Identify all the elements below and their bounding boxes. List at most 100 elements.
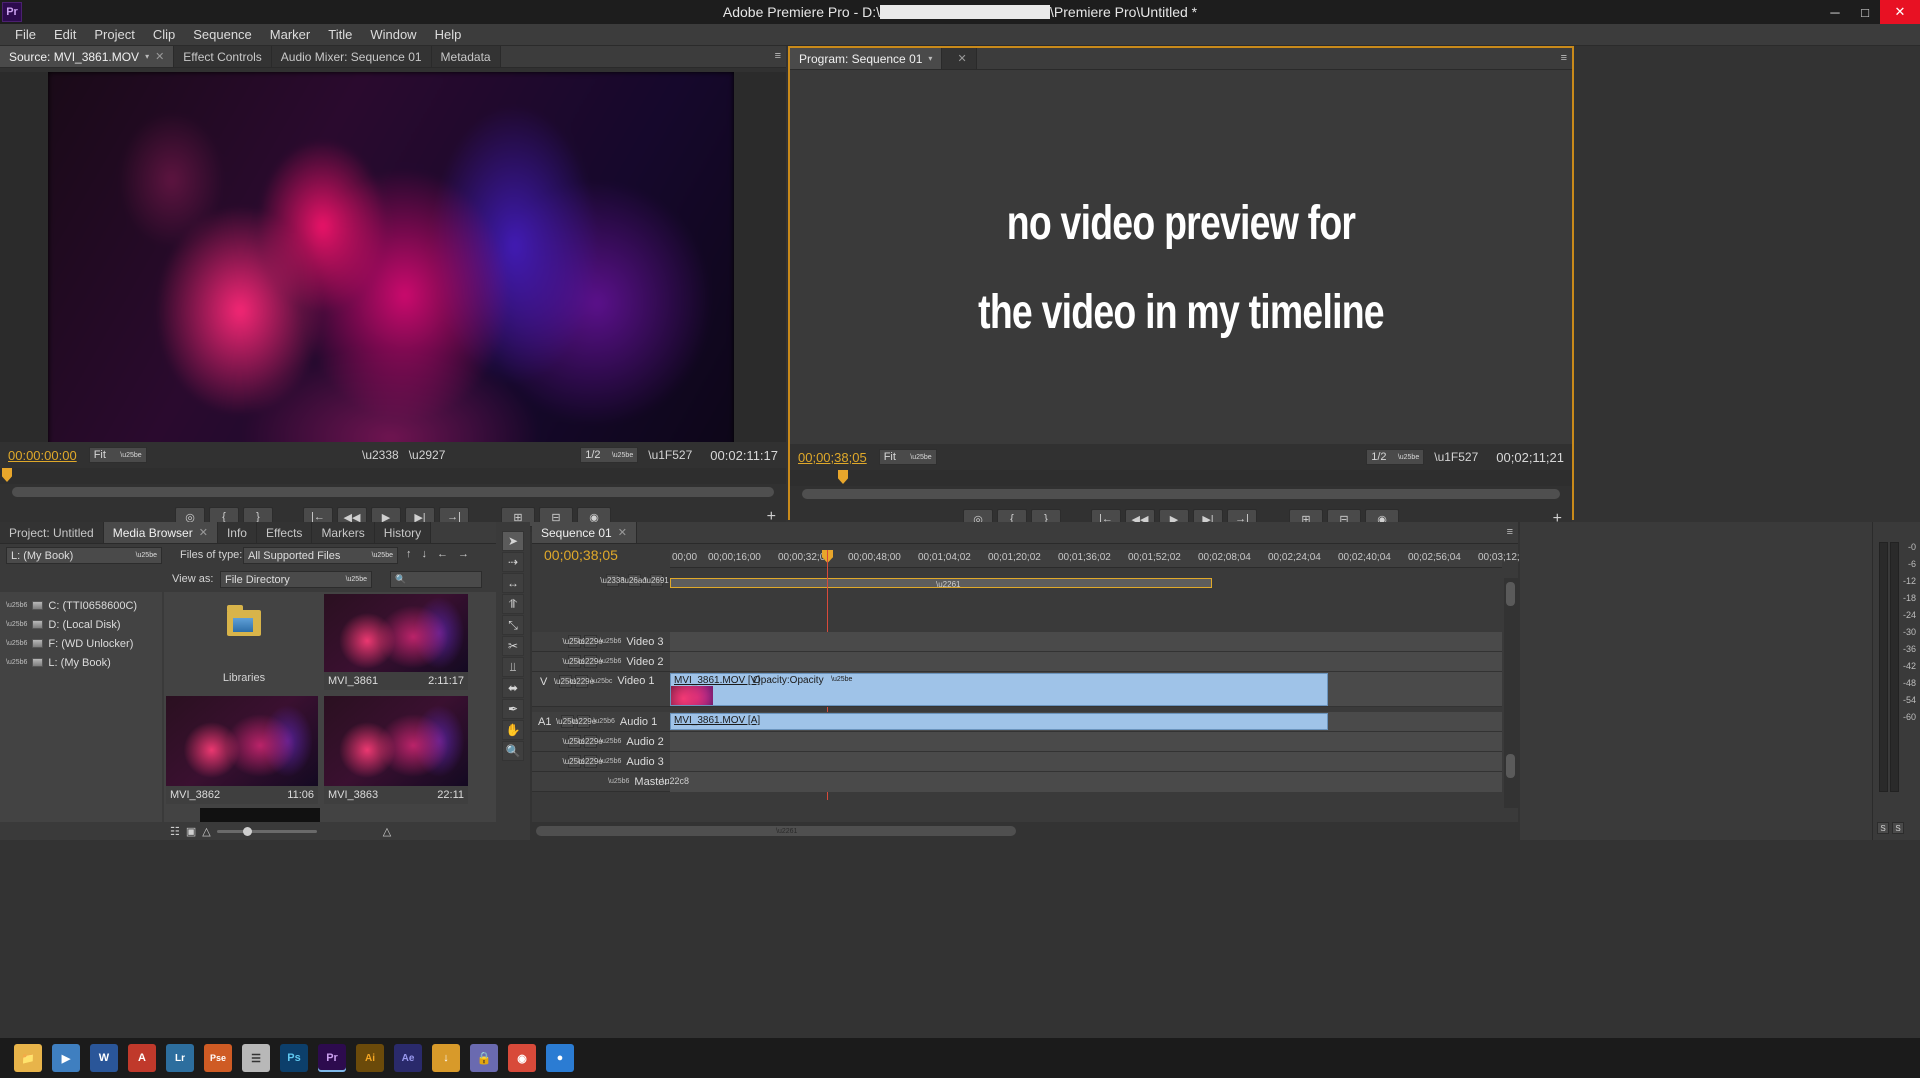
minimize-button[interactable]: ─ (1820, 0, 1850, 24)
tab-metadata[interactable]: Metadata (431, 46, 501, 67)
slide-tool[interactable]: ⬌ (502, 678, 524, 698)
timeline-ruler[interactable]: 00;00 00;00;16;00 00;00;32;00 00;00;48;0… (670, 550, 1531, 568)
thumbnail-size-slider[interactable] (216, 826, 317, 836)
selection-tool[interactable]: ➤ (502, 531, 524, 551)
track-resize-handle[interactable]: \u22c8 (662, 776, 689, 786)
browser-thumbnail-grid[interactable]: Libraries MVI_3861 2:11:17 MVI_3862 11:0… (164, 592, 530, 822)
timeline-vscroll-thumb-2[interactable] (1506, 754, 1515, 778)
view-as-select[interactable]: File Directory \u25be (220, 571, 372, 588)
meter-solo-button-2[interactable]: S (1892, 822, 1904, 834)
taskbar-photoshop-elements[interactable]: Pse (204, 1044, 232, 1072)
ripple-edit-tool[interactable]: ↔ (502, 573, 524, 593)
browser-up-icon[interactable]: ↑ (406, 548, 412, 560)
tab-program-sequence01[interactable]: Program: Sequence 01 ▾ (790, 48, 943, 69)
tab-info[interactable]: Info (217, 522, 257, 543)
source-export-frame-icon[interactable]: \u2927 (409, 448, 446, 462)
source-panel-menu-icon[interactable]: ≡ (775, 50, 782, 62)
chevron-down-icon[interactable]: ▾ (145, 52, 149, 61)
lock-icon-a2[interactable]: \u229e (578, 735, 603, 748)
browser-drive-select[interactable]: L: (My Book) \u25be (6, 547, 162, 564)
track-header-master[interactable]: \u25b6 Master (532, 772, 670, 792)
program-scrub-strip[interactable] (790, 470, 1572, 486)
zoom-tool[interactable]: 🔍 (502, 741, 524, 761)
chevron-down-icon[interactable]: \u25bc (591, 678, 612, 685)
chevron-right-icon[interactable]: \u25b6 (593, 718, 614, 725)
tab-sequence01[interactable]: Sequence 01 ✕ (532, 522, 637, 543)
chevron-right-icon[interactable]: \u25b6 (6, 659, 27, 666)
program-timeline-scrollbar[interactable] (802, 489, 1560, 499)
taskbar-file-explorer[interactable]: 📁 (14, 1044, 42, 1072)
chevron-right-icon[interactable]: \u25b6 (6, 621, 27, 628)
search-input[interactable] (410, 572, 475, 587)
chevron-right-icon[interactable]: \u25b6 (608, 778, 629, 785)
taskbar-download-manager[interactable]: ↓ (432, 1044, 460, 1072)
program-current-timecode[interactable]: 00;00;38;05 (790, 450, 867, 465)
program-playhead-marker[interactable] (838, 470, 848, 484)
track-lane-audio3[interactable] (670, 752, 1502, 772)
icon-view-icon[interactable]: ▣ (186, 825, 196, 838)
source-timeline-scrollbar[interactable] (12, 487, 774, 497)
track-header-video3[interactable]: \u25c9 \u229e \u25b6 Video 3 (532, 632, 670, 652)
chevron-right-icon[interactable]: \u25b6 (600, 638, 621, 645)
maximize-button[interactable]: □ (1850, 0, 1880, 24)
program-wrench-icon[interactable]: \u1F527 (1434, 450, 1478, 464)
track-header-audio1[interactable]: A1 \u25c9 \u229e \u25b6 Audio 1 (532, 712, 670, 732)
source-settings-icon[interactable]: \u2338 (362, 448, 399, 462)
tree-item-d-drive[interactable]: \u25b6 D: (Local Disk) (0, 617, 162, 632)
tab-program-close-holder[interactable]: ✕ (942, 48, 977, 69)
taskbar-security-app[interactable]: 🔒 (470, 1044, 498, 1072)
track-lane-video3[interactable] (670, 632, 1502, 652)
track-header-video2[interactable]: \u25c9 \u229e \u25b6 Video 2 (532, 652, 670, 672)
chevron-right-icon[interactable]: \u25b6 (600, 738, 621, 745)
tree-item-c-drive[interactable]: \u25b6 C: (TTI0658600C) (0, 598, 162, 613)
timeline-clip-audio[interactable]: MVI_3861.MOV [A] (670, 713, 1328, 730)
taskbar-chrome[interactable]: ◉ (508, 1044, 536, 1072)
browser-back-icon[interactable]: ← (437, 548, 448, 560)
chevron-right-icon[interactable]: \u25b6 (600, 758, 621, 765)
lock-icon-v1[interactable]: \u229e (570, 675, 594, 688)
program-zoom-select[interactable]: 1/2 \u25be (1366, 449, 1425, 465)
timeline-vertical-scrollbar[interactable] (1504, 578, 1518, 808)
menu-window[interactable]: Window (361, 25, 425, 44)
source-video-area[interactable] (48, 72, 734, 457)
track-lane-master[interactable]: \u22c8 (662, 772, 1502, 792)
list-item-mvi3861[interactable]: MVI_3861 2:11:17 (324, 594, 468, 690)
pen-tool[interactable]: ✒ (502, 699, 524, 719)
close-icon[interactable]: ✕ (618, 526, 627, 539)
lock-icon-v2[interactable]: \u229e (578, 655, 603, 668)
menu-clip[interactable]: Clip (144, 25, 184, 44)
track-lane-audio1[interactable]: MVI_3861.MOV [A] (670, 712, 1502, 732)
close-icon[interactable]: ✕ (155, 50, 164, 63)
source-zoom-select[interactable]: 1/2 \u25be (580, 447, 639, 463)
list-view-icon[interactable]: ☷ (170, 825, 180, 838)
work-area-handle[interactable]: \u2261 (936, 580, 960, 589)
linked-selection-icon[interactable]: \u26ad (622, 574, 647, 587)
taskbar-media-player[interactable]: ▶ (52, 1044, 80, 1072)
browser-search-box[interactable]: 🔍 (390, 571, 482, 588)
hand-tool[interactable]: ✋ (502, 720, 524, 740)
program-panel-menu-icon[interactable]: ≡ (1561, 52, 1568, 64)
add-marker-icon[interactable]: \u2691 (644, 574, 669, 587)
track-select-tool[interactable]: ⇢ (502, 552, 524, 572)
tab-project-untitled[interactable]: Project: Untitled (0, 522, 104, 543)
tab-media-browser[interactable]: Media Browser ✕ (103, 522, 218, 543)
menu-project[interactable]: Project (85, 25, 143, 44)
track-lane-audio2[interactable] (670, 732, 1502, 752)
track-header-audio1-source-indicator[interactable]: A1 (538, 716, 551, 728)
tree-item-f-drive[interactable]: \u25b6 F: (WD Unlocker) (0, 636, 162, 651)
tab-markers[interactable]: Markers (312, 522, 375, 543)
taskbar-acrobat[interactable]: A (128, 1044, 156, 1072)
track-header-video1-source-indicator[interactable]: V (540, 676, 547, 688)
close-icon[interactable]: ✕ (199, 526, 208, 539)
tab-source-mvi3861[interactable]: Source: MVI_3861.MOV ▾ ✕ (0, 46, 175, 67)
chevron-right-icon[interactable]: \u25b6 (6, 640, 27, 647)
slider-handle[interactable] (242, 826, 252, 836)
list-item-mvi3863[interactable]: MVI_3863 22:11 (324, 696, 468, 804)
chevron-down-icon[interactable]: \u25be (831, 676, 852, 683)
menu-edit[interactable]: Edit (45, 25, 85, 44)
timeline-horizontal-scrollbar[interactable]: \u2261 (536, 826, 1016, 836)
taskbar-word-processor[interactable]: W (90, 1044, 118, 1072)
slip-tool[interactable]: ⫫ (502, 657, 524, 677)
list-item-mvi3862[interactable]: MVI_3862 11:06 (166, 696, 318, 804)
list-item-partial[interactable] (200, 808, 320, 822)
